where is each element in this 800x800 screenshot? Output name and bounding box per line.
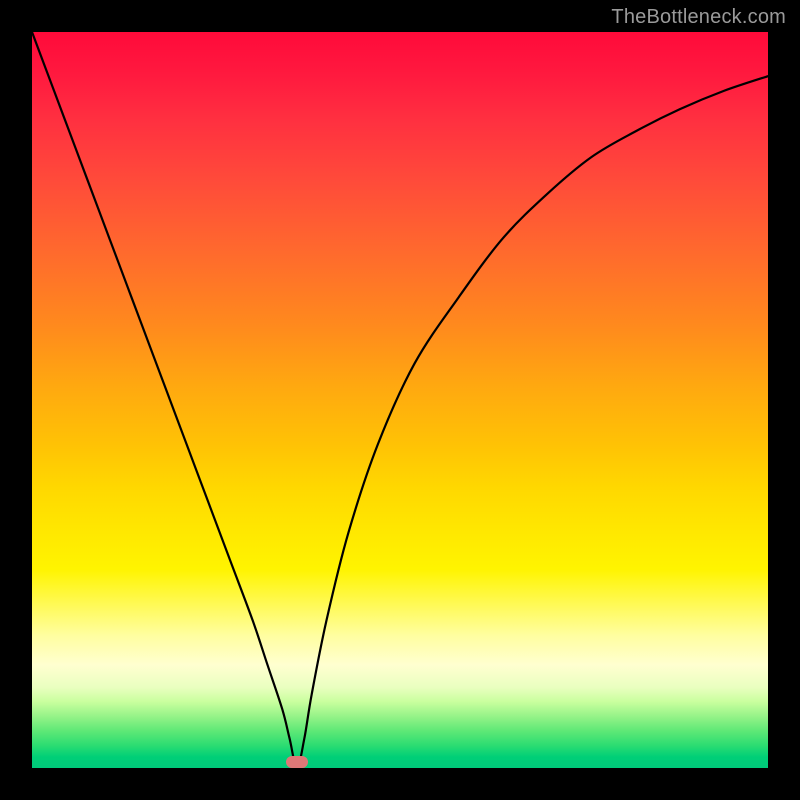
plot-area [32, 32, 768, 768]
bottleneck-curve [32, 32, 768, 768]
chart-frame: TheBottleneck.com [0, 0, 800, 800]
optimal-point-marker [286, 756, 308, 768]
watermark-text: TheBottleneck.com [611, 6, 786, 29]
